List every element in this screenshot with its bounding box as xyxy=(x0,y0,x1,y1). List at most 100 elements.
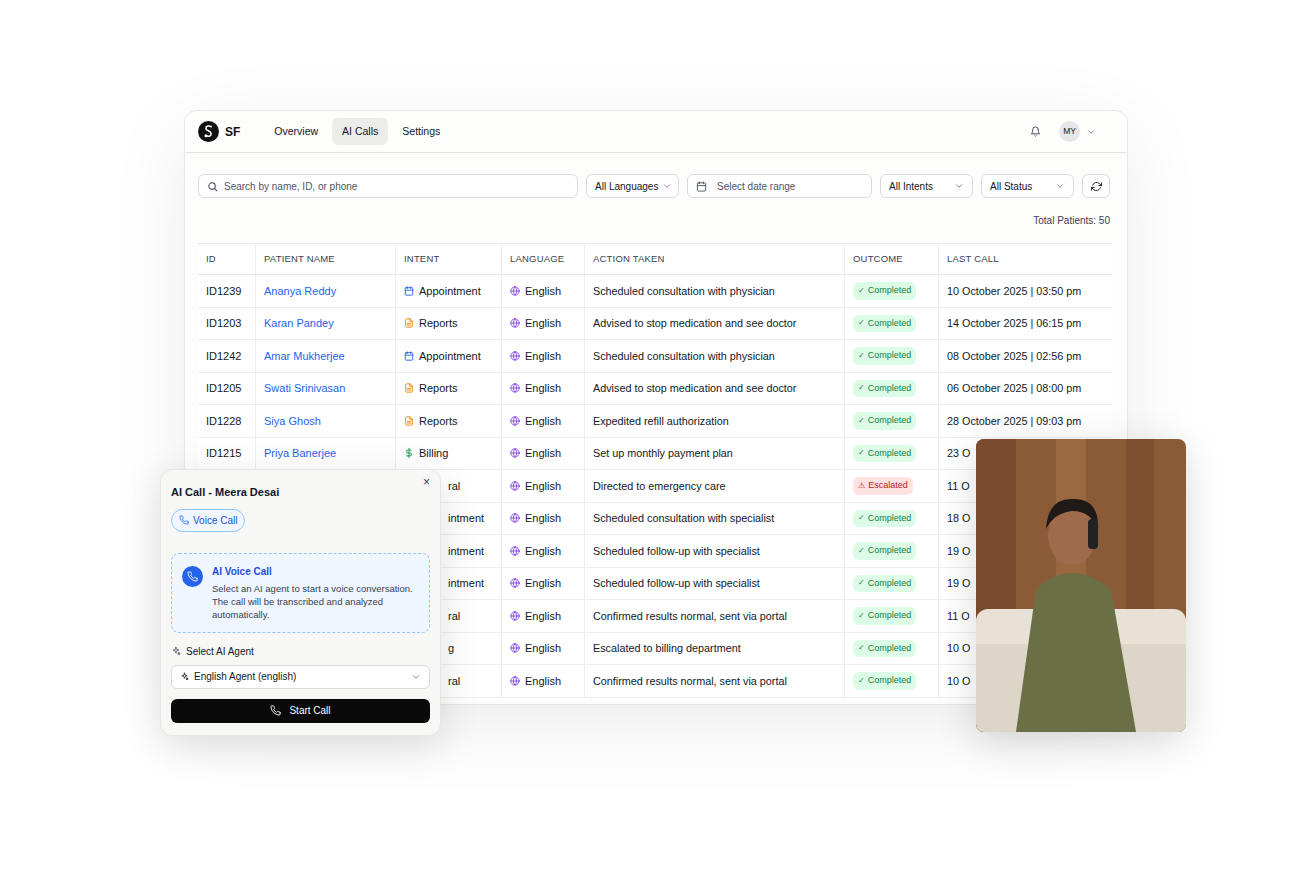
outcome-badge: ✓Completed xyxy=(853,315,916,333)
start-call-label: Start Call xyxy=(289,703,330,718)
table-header: IDPATIENT NAMEINTENTLANGUAGEACTION TAKEN… xyxy=(198,244,1112,275)
chevron-down-icon xyxy=(411,672,421,682)
id-cell: ID1203 xyxy=(198,308,256,340)
last-call: 10 O xyxy=(947,673,970,689)
table-row[interactable]: ID1239Ananya ReddyAppointmentEnglishSche… xyxy=(198,275,1112,308)
search-input[interactable] xyxy=(224,179,569,194)
filter-dropdown[interactable]: All Status xyxy=(981,174,1074,198)
outcome-cell: ✓Completed xyxy=(845,308,939,340)
globe-icon xyxy=(510,546,520,556)
patient-id: ID1205 xyxy=(206,380,241,397)
phone-icon xyxy=(187,571,198,582)
patient-name[interactable]: Amar Mukherjee xyxy=(264,348,345,365)
agent-select[interactable]: English Agent (english) xyxy=(171,665,430,689)
patient-name[interactable]: Siya Ghosh xyxy=(264,413,321,430)
patient-name[interactable]: Karan Pandey xyxy=(264,315,334,332)
action-cell: Set up monthly payment plan xyxy=(585,438,845,470)
outcome-icon: ✓ xyxy=(858,512,865,524)
outcome-cell: ✓Completed xyxy=(845,373,939,405)
patient-name[interactable]: Swati Srinivasan xyxy=(264,380,345,397)
column-header[interactable]: INTENT xyxy=(396,244,502,274)
language-label: English xyxy=(525,413,561,430)
filter-dropdown[interactable]: All Intents xyxy=(880,174,973,198)
dropdown-label: All Status xyxy=(990,179,1032,194)
globe-icon xyxy=(510,611,520,621)
action-text: Scheduled consultation with specialist xyxy=(593,510,774,526)
outcome-badge: ✓Completed xyxy=(853,282,916,300)
column-header[interactable]: ACTION TAKEN xyxy=(585,244,845,274)
patient-name[interactable]: Ananya Reddy xyxy=(264,283,336,300)
action-cell: Confirmed results normal, sent via porta… xyxy=(585,600,845,632)
action-text: Directed to emergency care xyxy=(593,478,726,494)
voice-call-tab[interactable]: Voice Call xyxy=(171,509,245,532)
phone-badge xyxy=(182,566,203,587)
language-cell: English xyxy=(502,340,585,372)
table-row[interactable]: ID1242Amar MukherjeeAppointmentEnglishSc… xyxy=(198,340,1112,373)
action-cell: Scheduled consultation with physician xyxy=(585,340,845,372)
outcome-badge: ⚠Escalated xyxy=(853,477,913,495)
action-cell: Expedited refill authorization xyxy=(585,405,845,437)
last-call: 28 October 2025 | 09:03 pm xyxy=(947,413,1081,429)
outcome-label: Completed xyxy=(868,447,912,461)
panel-title: AI Call - Meera Desai xyxy=(171,482,279,501)
outcome-icon: ✓ xyxy=(858,382,865,394)
last-call-cell: 08 October 2025 | 02:56 pm xyxy=(939,340,1112,372)
globe-icon xyxy=(510,448,520,458)
nav-tab[interactable]: AI Calls xyxy=(332,118,388,146)
avatar[interactable]: MY xyxy=(1059,121,1080,142)
language-label: English xyxy=(525,608,561,625)
patient-name[interactable]: Priya Banerjee xyxy=(264,445,336,462)
table-row[interactable]: ID1228 Siya Ghosh Reports English Expedited … xyxy=(198,405,1112,438)
patient-id: ID1242 xyxy=(206,348,241,365)
date-range-picker[interactable]: Select date range xyxy=(687,174,872,198)
close-button[interactable]: × xyxy=(423,476,430,488)
dropdown-label: All Intents xyxy=(889,179,933,194)
last-call: 19 O xyxy=(947,543,970,559)
outcome-cell: ✓Completed xyxy=(845,438,939,470)
logo-text: SF xyxy=(225,123,240,141)
id-cell: ID1242 xyxy=(198,340,256,372)
column-header[interactable]: OUTCOME xyxy=(845,244,939,274)
last-call: 08 October 2025 | 02:56 pm xyxy=(947,348,1081,364)
language-cell: English xyxy=(502,665,585,697)
table-row[interactable]: ID1203Karan PandeyReportsEnglishAdvised … xyxy=(198,308,1112,341)
column-header[interactable]: LAST CALL xyxy=(939,244,1112,274)
outcome-badge: ✓Completed xyxy=(853,347,916,365)
outcome-label: Completed xyxy=(868,382,912,396)
outcome-icon: ⚠ xyxy=(858,480,865,492)
column-header[interactable]: LANGUAGE xyxy=(502,244,585,274)
action-text: Scheduled consultation with physician xyxy=(593,283,775,299)
action-cell: Scheduled consultation with physician xyxy=(585,275,845,307)
language-cell: English xyxy=(502,600,585,632)
column-header[interactable]: ID xyxy=(198,244,256,274)
table-row[interactable]: ID1215Priya BanerjeeBillingEnglishSet up… xyxy=(198,438,1112,471)
action-cell: Confirmed results normal, sent via porta… xyxy=(585,665,845,697)
table-row[interactable]: ID1205Swati SrinivasanReportsEnglishAdvi… xyxy=(198,373,1112,406)
outcome-cell: ✓Completed xyxy=(845,275,939,307)
last-call: 19 O xyxy=(947,575,970,591)
id-cell: ID1205 xyxy=(198,373,256,405)
outcome-cell: ✓Completed xyxy=(845,535,939,567)
outcome-badge: ✓Completed xyxy=(853,640,916,658)
chevron-down-icon xyxy=(1055,181,1065,191)
column-header[interactable]: PATIENT NAME xyxy=(256,244,396,274)
language-label: English xyxy=(525,283,561,300)
language-label: English xyxy=(525,673,561,690)
user-menu[interactable]: MY xyxy=(1059,121,1096,142)
start-call-button[interactable]: Start Call xyxy=(171,699,430,723)
search-box[interactable] xyxy=(198,174,578,198)
id-cell: ID1228 xyxy=(198,405,256,437)
nav-tab[interactable]: Settings xyxy=(392,118,450,146)
bell-icon xyxy=(1030,126,1041,137)
chevron-down-icon xyxy=(1086,127,1096,137)
language-label: English xyxy=(525,510,561,527)
filter-dropdown[interactable]: All Languages xyxy=(586,174,679,198)
intent-label: ral xyxy=(448,673,460,690)
nav-tab[interactable]: Overview xyxy=(264,118,328,146)
outcome-label: Completed xyxy=(868,284,912,298)
patient-id: ID1215 xyxy=(206,445,241,462)
refresh-button[interactable] xyxy=(1082,174,1110,198)
intent-cell: Reports xyxy=(396,405,502,437)
outcome-badge: ✓Completed xyxy=(853,672,916,690)
globe-icon xyxy=(510,383,520,393)
